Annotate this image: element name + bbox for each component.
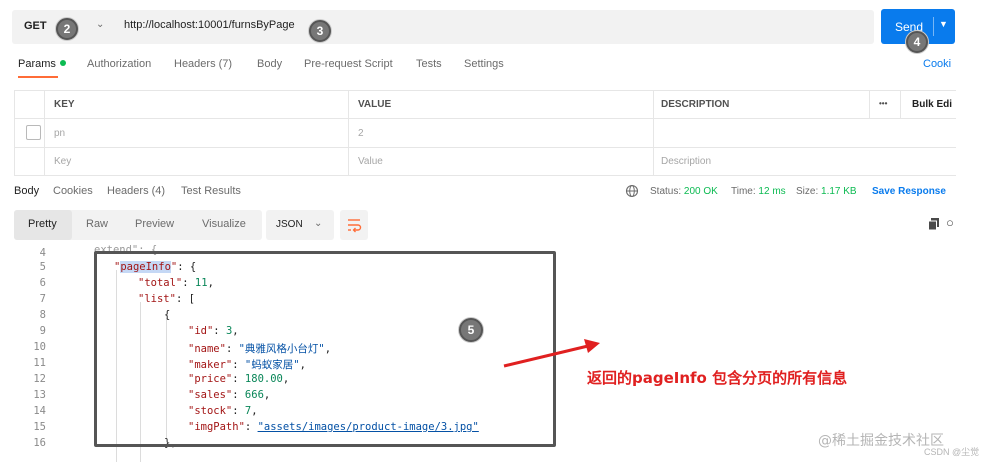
copy-icon[interactable] — [927, 217, 941, 231]
time-label: Time: — [731, 186, 756, 197]
time-value: 12 ms — [758, 186, 786, 197]
response-tab-headers[interactable]: Headers (4) — [107, 185, 165, 197]
line-number: 12 — [33, 373, 46, 385]
status-label: Status: — [650, 186, 682, 197]
new-value-input[interactable]: Value — [358, 156, 383, 167]
status-value: 200 OK — [683, 186, 718, 197]
step-2-marker: 2 — [56, 18, 78, 40]
annotation-arrow-icon — [503, 339, 600, 368]
url-input[interactable]: http://localhost:10001/furnsByPage — [124, 19, 295, 31]
view-mode-group: Pretty Raw Preview Visualize — [14, 210, 262, 240]
tab-tests[interactable]: Tests — [416, 58, 442, 70]
highlight-box — [94, 251, 556, 447]
save-response-button[interactable]: Save Response — [872, 186, 946, 197]
line-number: 14 — [33, 405, 46, 417]
response-status: Status: 200 OK — [650, 186, 718, 197]
format-select-value: JSON — [276, 219, 303, 230]
line-number: 8 — [39, 309, 46, 321]
response-time: Time: 12 ms — [731, 186, 786, 197]
format-select[interactable]: JSON ⌄ — [266, 210, 334, 240]
line-number: 4 — [39, 247, 46, 259]
line-number: 11 — [33, 357, 46, 369]
chevron-down-icon[interactable]: ⌄ — [96, 19, 104, 30]
table-col-divider — [44, 90, 45, 175]
line-number: 9 — [39, 325, 46, 337]
table-col-divider — [653, 90, 654, 175]
tab-pre-request-script[interactable]: Pre-request Script — [304, 58, 393, 70]
table-border — [14, 147, 956, 148]
table-col-divider — [14, 90, 15, 175]
tab-params-label: Params — [18, 58, 56, 70]
view-raw-button[interactable]: Raw — [86, 218, 108, 230]
bulk-edit-button[interactable]: Bulk Edi — [912, 99, 952, 110]
annotation-text: 返回的pageInfo 包含分页的所有信息 — [587, 369, 848, 387]
line-number: 7 — [39, 293, 46, 305]
line-number: 10 — [33, 341, 46, 353]
globe-icon — [625, 184, 639, 198]
view-preview-button[interactable]: Preview — [135, 218, 174, 230]
param-value-cell[interactable]: 2 — [358, 128, 364, 139]
chevron-down-icon: ⌄ — [314, 218, 323, 229]
wrap-lines-button[interactable] — [340, 210, 368, 240]
search-icon[interactable]: ○ — [946, 215, 954, 230]
column-header-value: VALUE — [358, 99, 392, 110]
chevron-down-icon[interactable]: ▼ — [939, 19, 948, 29]
tab-headers[interactable]: Headers (7) — [174, 58, 232, 70]
tab-settings[interactable]: Settings — [464, 58, 504, 70]
step-5-marker: 5 — [459, 318, 483, 342]
line-number: 15 — [33, 421, 46, 433]
size-value: 1.17 KB — [821, 186, 857, 197]
active-tab-indicator — [18, 76, 58, 78]
method-select[interactable]: GET — [24, 20, 47, 32]
tab-body[interactable]: Body — [257, 58, 282, 70]
table-col-divider — [869, 90, 870, 118]
tab-authorization[interactable]: Authorization — [87, 58, 151, 70]
step-4-marker: 4 — [906, 31, 928, 53]
send-divider — [933, 17, 934, 36]
tab-params[interactable]: Params — [18, 58, 66, 70]
cookies-link[interactable]: Cooki — [923, 58, 951, 70]
view-visualize-button[interactable]: Visualize — [202, 218, 246, 230]
param-key-cell[interactable]: pn — [54, 128, 65, 139]
table-border-top — [14, 90, 956, 91]
response-size: Size: 1.17 KB — [796, 186, 857, 197]
column-header-description: DESCRIPTION — [661, 99, 730, 110]
new-key-input[interactable]: Key — [54, 156, 71, 167]
table-col-divider — [348, 90, 349, 175]
table-border — [14, 118, 956, 119]
params-active-dot — [59, 60, 66, 66]
line-number: 6 — [39, 277, 46, 289]
wrap-lines-icon — [348, 219, 362, 233]
table-col-divider — [900, 90, 901, 118]
view-pretty-button[interactable]: Pretty — [28, 218, 57, 230]
line-number: 16 — [33, 437, 46, 449]
line-number: 13 — [33, 389, 46, 401]
response-tab-test-results[interactable]: Test Results — [181, 185, 241, 197]
watermark-sub: CSDN @尘觉 — [924, 447, 980, 457]
more-options-icon[interactable]: ••• — [879, 99, 887, 108]
size-label: Size: — [796, 186, 819, 197]
param-enabled-checkbox[interactable] — [26, 125, 41, 140]
response-tab-body[interactable]: Body — [14, 185, 39, 197]
step-3-marker: 3 — [309, 20, 331, 42]
table-border-bottom — [14, 175, 956, 176]
response-tabs: Body Cookies Headers (4) Test Results — [14, 185, 264, 201]
column-header-key: KEY — [54, 99, 75, 110]
new-description-input[interactable]: Description — [661, 156, 711, 167]
response-tab-cookies[interactable]: Cookies — [53, 185, 93, 197]
line-number: 5 — [39, 261, 46, 273]
